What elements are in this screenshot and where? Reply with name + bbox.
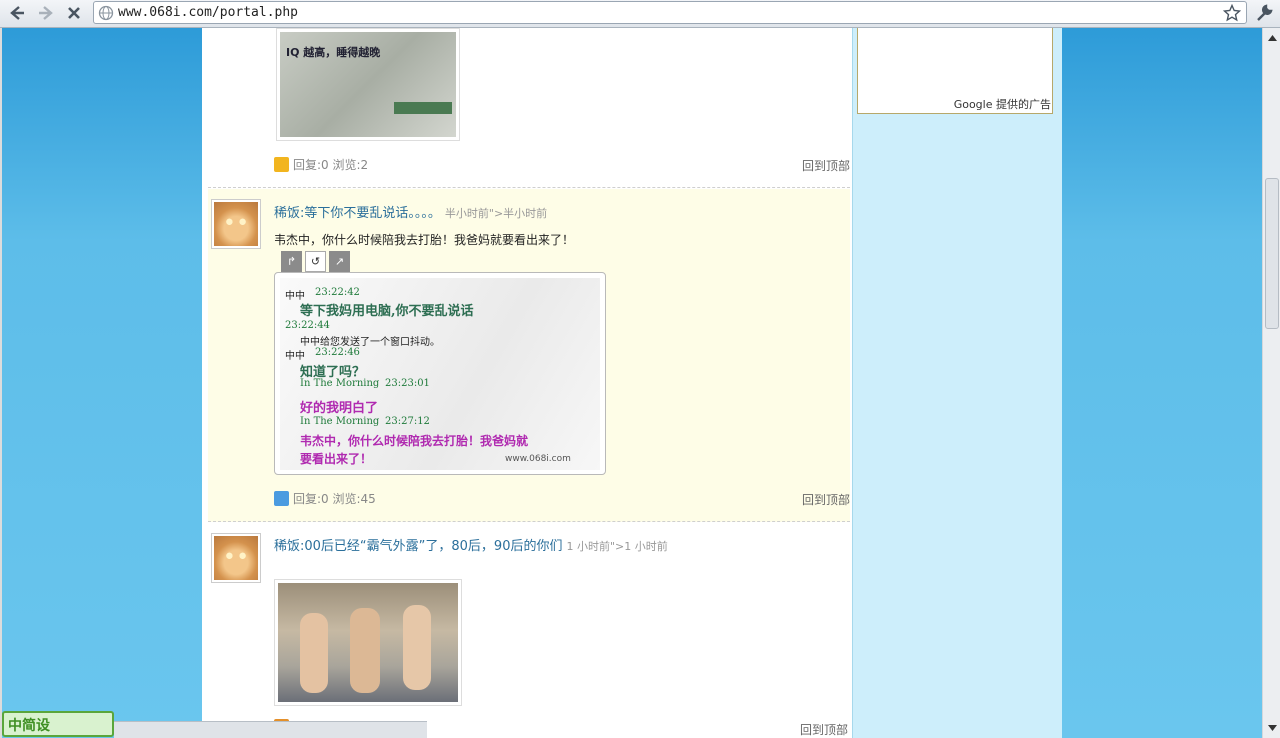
chat-message: 等下我妈用电脑,你不要乱说话 xyxy=(300,304,474,319)
post-title-text[interactable]: 稀饭:00后已经“霸气外露”了，80后，90后的你们 xyxy=(274,539,562,554)
chat-name: In The Morning xyxy=(300,416,380,427)
scrollbar[interactable] xyxy=(1262,28,1280,738)
post-image[interactable] xyxy=(274,579,462,706)
chat-message: 要看出来了！ xyxy=(300,452,373,466)
scroll-thumb[interactable] xyxy=(1265,178,1279,329)
chat-time: 23:22:42 xyxy=(315,287,360,298)
meta-text: 回复:0 浏览:45 xyxy=(293,492,376,506)
back-to-top-link[interactable]: 回到顶部 xyxy=(802,491,850,508)
side-column xyxy=(852,28,1062,738)
wrench-icon[interactable] xyxy=(1254,3,1274,23)
divider xyxy=(208,187,850,188)
image-caption: IQ 越高，睡得越晚 xyxy=(286,46,381,59)
avatar[interactable] xyxy=(211,199,261,249)
image-actions: ↱ ↺ ↗ xyxy=(281,251,350,272)
stop-icon[interactable] xyxy=(63,2,85,24)
figure-center xyxy=(350,608,380,693)
chat-time: 23:27:12 xyxy=(385,416,430,427)
post-image[interactable]: IQ 越高，睡得越晚 xyxy=(276,28,460,141)
chat-message: 韦杰中，你什么时候陪我去打胎！我爸妈就 xyxy=(300,434,529,448)
image-label-strip xyxy=(394,102,452,114)
post-body: 韦杰中，你什么时候陪我去打胎！我爸妈就要看出来了！ xyxy=(274,233,575,247)
rotate-left-icon[interactable]: ↺ xyxy=(305,251,326,272)
bookmark-star-icon[interactable] xyxy=(1223,4,1241,22)
chat-time: 23:22:46 xyxy=(315,347,360,358)
post-title[interactable]: 稀饭:等下你不要乱说话。。。。 半小时前">半小时前 xyxy=(274,202,547,221)
post-1-footer: 回复:0 浏览:2 回到顶部 xyxy=(208,148,850,188)
chat-name: 中中 xyxy=(285,351,305,362)
ad-label[interactable]: Google 提供的广告 xyxy=(954,96,1051,112)
browser-toolbar: www.068i.com/portal.php xyxy=(0,0,1280,28)
ad-box[interactable]: Google 提供的广告 xyxy=(857,28,1053,114)
site-logo[interactable]: 中简设 xyxy=(2,711,114,737)
post-meta: 回复:0 浏览:2 xyxy=(274,156,368,173)
logo-text: 中简设 xyxy=(8,718,50,734)
post-title-text[interactable]: 稀饭:等下你不要乱说话。。。。 xyxy=(274,206,441,221)
chat-time: 23:22:44 xyxy=(285,320,330,331)
snowflake-icon xyxy=(274,491,289,506)
back-arrow-icon[interactable] xyxy=(6,2,28,24)
avatar[interactable] xyxy=(211,533,261,583)
expand-icon[interactable]: ↗ xyxy=(329,251,350,272)
rotate-right-icon[interactable]: ↱ xyxy=(281,251,302,272)
scroll-up-icon[interactable] xyxy=(1265,31,1279,45)
post-title[interactable]: 稀饭:00后已经“霸气外露”了，80后，90后的你们 1 小时前">1 小时前 xyxy=(274,535,668,554)
status-bar xyxy=(114,721,427,738)
watermark: www.068i.com xyxy=(505,454,571,464)
reply-emoji-icon xyxy=(274,157,289,172)
chat-time: 23:23:01 xyxy=(385,378,430,389)
chat-name: In The Morning xyxy=(300,378,380,389)
back-to-top-link[interactable]: 回到顶部 xyxy=(800,721,1280,738)
address-bar[interactable]: www.068i.com/portal.php xyxy=(93,1,1247,24)
figure-right xyxy=(403,605,431,690)
url-text: www.068i.com/portal.php xyxy=(118,5,299,20)
divider xyxy=(208,521,850,522)
post-time: 半小时前">半小时前 xyxy=(444,207,548,220)
chat-message: 好的我明白了 xyxy=(300,401,379,416)
post-meta: 回复:0 浏览:45 xyxy=(274,490,376,507)
chat-system-message: 中中给您发送了一个窗口抖动。 xyxy=(300,337,440,348)
scroll-down-icon[interactable] xyxy=(1265,721,1279,735)
page-icon xyxy=(98,5,114,21)
back-to-top-link[interactable]: 回到顶部 xyxy=(802,157,850,174)
forward-arrow-icon[interactable] xyxy=(35,2,57,24)
left-border xyxy=(0,28,2,738)
chat-screenshot[interactable]: 中中 23:22:42 等下我妈用电脑,你不要乱说话 23:22:44 中中给您… xyxy=(274,272,606,475)
post-time: 1 小时前">1 小时前 xyxy=(566,540,668,553)
meta-text: 回复:0 浏览:2 xyxy=(293,158,369,172)
figure-left xyxy=(300,613,328,693)
